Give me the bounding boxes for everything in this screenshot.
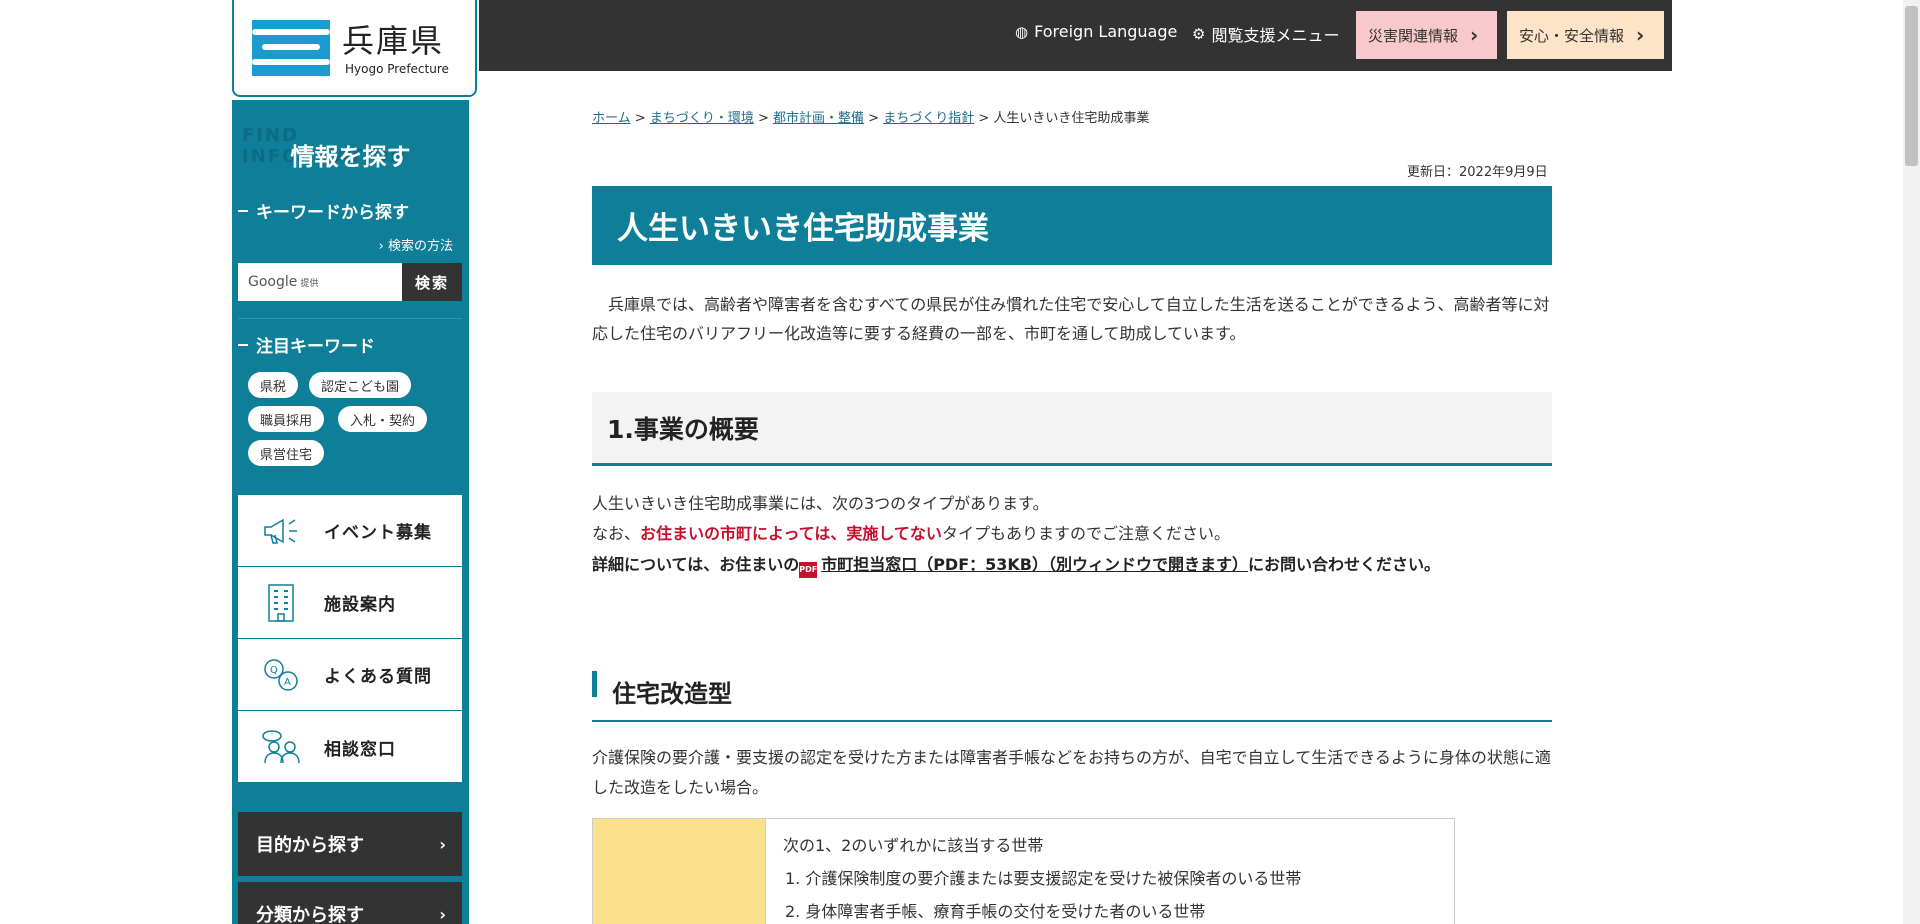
section-overview-heading: 1.事業の概要 xyxy=(592,392,1552,466)
featured-keyword-title: 注目キーワード xyxy=(238,332,375,357)
keyword-tag[interactable]: 職員採用 xyxy=(248,406,325,432)
overview-text-3: 詳細については、お住まいのPDF 市町担当窓口（PDF：53KB）（別ウィンドウで… xyxy=(592,549,1532,581)
foreign-language-label: Foreign Language xyxy=(1034,22,1178,41)
breadcrumb-urban-planning[interactable]: 都市計画・整備 xyxy=(773,111,864,126)
accessibility-menu-link[interactable]: ⚙ 閲覧支援メニュー xyxy=(1192,22,1339,46)
menu-item-facilities[interactable]: 施設案内 xyxy=(238,567,462,639)
accessibility-menu-label: 閲覧支援メニュー xyxy=(1211,26,1340,45)
disaster-info-button[interactable]: 災害関連情報 › xyxy=(1356,11,1497,59)
safety-info-label: 安心・安全情報 xyxy=(1519,26,1625,45)
breadcrumb-town-guidelines[interactable]: まちづくり指針 xyxy=(883,111,974,126)
search-by-category-button[interactable]: 分類から探す › xyxy=(238,882,462,924)
renovation-description: 介護保険の要介護・要支援の認定を受けた方または障害者手帳などをお持ちの方が、自宅… xyxy=(592,748,1551,797)
search-input[interactable]: Google 提供 xyxy=(238,263,402,301)
chevron-right-icon: › xyxy=(1636,23,1645,47)
safety-info-button[interactable]: 安心・安全情報 › xyxy=(1507,11,1664,59)
foreign-language-link[interactable]: ◍ Foreign Language xyxy=(1015,22,1177,41)
find-title: 情報を探す xyxy=(290,143,411,171)
table-data-cell: 次の1、2のいずれかに該当する世帯 1. 介護保険制度の要介護または要支援認定を… xyxy=(783,836,1302,921)
menu-item-consultation[interactable]: 相談窓口 xyxy=(238,711,462,783)
sidebar: FIND INFORMATION 情報を探す キーワードから探す › 検索の方法… xyxy=(232,100,469,924)
keyword-section-title: キーワードから探す xyxy=(238,198,409,223)
svg-text:A: A xyxy=(284,677,291,688)
site-logo[interactable]: 兵庫県 Hyogo Prefecture xyxy=(232,0,477,97)
breadcrumb-current: 人生いきいき住宅助成事業 xyxy=(993,111,1150,126)
menu-label-events: イベント募集 xyxy=(324,523,432,543)
keyword-tag[interactable]: 県税 xyxy=(248,372,299,398)
keyword-tag[interactable]: 認定こども園 xyxy=(309,372,412,398)
search-provider: Google xyxy=(248,274,298,290)
logo-title: 兵庫県 xyxy=(342,22,445,60)
menu-item-faq[interactable]: QA よくある質問 xyxy=(238,639,462,711)
section-housing-renovation-heading: 住宅改造型 xyxy=(592,662,1552,722)
contact-pdf-link[interactable]: PDF 市町担当窓口（PDF：53KB）（別ウィンドウで開きます） xyxy=(799,555,1248,578)
search-by-purpose-button[interactable]: 目的から探す › xyxy=(238,812,462,876)
eligibility-table: 次の1、2のいずれかに該当する世帯 1. 介護保険制度の要介護または要支援認定を… xyxy=(592,818,1455,924)
chevron-right-icon: › xyxy=(1470,23,1479,47)
qa-icon: QA xyxy=(238,657,324,693)
hyogo-logo-icon xyxy=(252,20,330,76)
consultation-icon xyxy=(238,729,324,765)
chevron-right-icon: › xyxy=(439,904,446,924)
quick-menu: イベント募集 施設案内 QA よくある質問 相談窓口 xyxy=(238,495,462,782)
svg-text:Q: Q xyxy=(270,665,278,676)
menu-label-faq: よくある質問 xyxy=(324,667,432,687)
overview-text-1: 人生いきいき住宅助成事業には、次の3つのタイプがあります。 xyxy=(592,494,1049,513)
breadcrumb-town-environment[interactable]: まちづくり・環境 xyxy=(650,111,754,126)
intro-text: 兵庫県では、高齢者や障害者を含むすべての県民が住み慣れた住宅で安心して自立した生… xyxy=(592,295,1550,343)
megaphone-icon xyxy=(238,516,324,546)
building-icon xyxy=(238,583,324,623)
logo-subtitle: Hyogo Prefecture xyxy=(345,62,449,76)
search-provider-note: 提供 xyxy=(300,278,319,289)
table-header-cell xyxy=(593,819,766,924)
breadcrumb: ホーム > まちづくり・環境 > 都市計画・整備 > まちづくり指針 > 人生い… xyxy=(592,111,1150,126)
search-howto-link[interactable]: › 検索の方法 xyxy=(379,235,453,254)
chevron-right-icon: › xyxy=(439,834,446,854)
scrollbar-thumb[interactable] xyxy=(1905,6,1918,166)
keyword-tag[interactable]: 県営住宅 xyxy=(248,440,325,466)
menu-item-events[interactable]: イベント募集 xyxy=(238,495,462,567)
page-title: 人生いきいき住宅助成事業 xyxy=(592,186,1552,265)
globe-icon: ◍ xyxy=(1015,22,1029,41)
gear-icon: ⚙ xyxy=(1192,25,1206,43)
menu-label-facilities: 施設案内 xyxy=(324,595,396,615)
keyword-tag[interactable]: 入札・契約 xyxy=(338,406,428,432)
overview-text-2: なお、お住まいの市町によっては、実施してないタイプもありますのでご注意ください。 xyxy=(592,524,1230,543)
search-button[interactable]: 検索 xyxy=(402,263,462,301)
disaster-info-label: 災害関連情報 xyxy=(1368,26,1459,45)
menu-label-consultation: 相談窓口 xyxy=(324,739,396,760)
updated-date: 更新日：2022年9月9日 xyxy=(1407,165,1548,180)
breadcrumb-home[interactable]: ホーム xyxy=(592,111,631,126)
pdf-icon: PDF xyxy=(799,562,818,578)
